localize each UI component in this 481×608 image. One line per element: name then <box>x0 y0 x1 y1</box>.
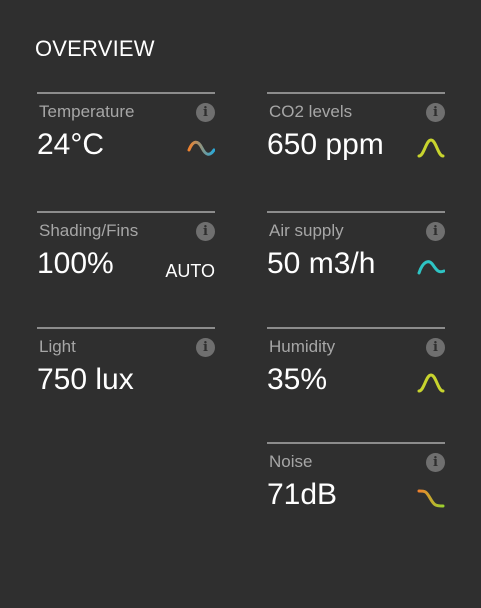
metric-label: Temperature <box>39 102 135 121</box>
metric-value: 24°C <box>37 128 105 161</box>
metric-label: Noise <box>269 452 313 471</box>
card-divider <box>37 211 215 213</box>
trend-wave-icon <box>417 260 445 275</box>
metric-value: 50 m3/h <box>267 247 376 280</box>
card-divider <box>267 442 445 444</box>
info-icon[interactable]: i <box>426 453 445 472</box>
trend-step-icon <box>417 489 445 508</box>
metric-value: 100% <box>37 247 114 280</box>
metric-card-air-supply[interactable]: Air supply i 50 m3/h <box>267 211 445 311</box>
metric-value: 650 ppm <box>267 128 384 161</box>
metric-card-noise[interactable]: Noise i 71dB <box>267 442 445 542</box>
metric-card-shading[interactable]: Shading/Fins i 100% AUTO <box>37 211 215 311</box>
card-divider <box>267 327 445 329</box>
metric-card-temperature[interactable]: Temperature i 24°C <box>37 92 215 192</box>
trend-peak-icon <box>417 373 445 393</box>
metric-value: 750 lux <box>37 363 134 396</box>
trend-wave-icon <box>187 140 215 156</box>
metric-card-humidity[interactable]: Humidity i 35% <box>267 327 445 427</box>
metric-label: Shading/Fins <box>39 221 139 240</box>
mode-badge: AUTO <box>165 261 215 281</box>
metric-value: 35% <box>267 363 328 396</box>
card-divider <box>267 211 445 213</box>
info-icon[interactable]: i <box>196 103 215 122</box>
info-icon[interactable]: i <box>426 222 445 241</box>
info-icon[interactable]: i <box>196 338 215 357</box>
metric-card-co2[interactable]: CO2 levels i 650 ppm <box>267 92 445 192</box>
card-divider <box>37 92 215 94</box>
metric-label: Light <box>39 337 76 356</box>
info-icon[interactable]: i <box>426 338 445 357</box>
metric-card-light[interactable]: Light i 750 lux <box>37 327 215 427</box>
card-divider <box>37 327 215 329</box>
page-title: OVERVIEW <box>35 36 155 61</box>
card-divider <box>267 92 445 94</box>
metric-label: Air supply <box>269 221 344 240</box>
metric-label: CO2 levels <box>269 102 353 121</box>
trend-peak-icon <box>417 138 445 158</box>
info-icon[interactable]: i <box>426 103 445 122</box>
metric-label: Humidity <box>269 337 336 356</box>
info-icon[interactable]: i <box>196 222 215 241</box>
metric-value: 71dB <box>267 478 338 511</box>
